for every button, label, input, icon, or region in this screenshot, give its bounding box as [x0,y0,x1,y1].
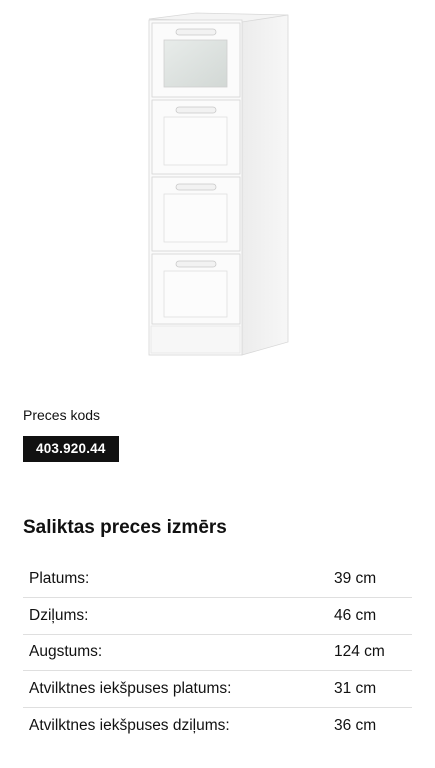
dimension-row-depth: Dziļums: 46 cm [23,598,412,634]
product-code-badge: 403.920.44 [23,436,119,462]
dimension-value: 36 cm [334,716,377,734]
dimensions-table: Platums: 39 cm Dziļums: 46 cm Augstums: … [23,561,412,744]
dimension-value: 46 cm [334,606,377,624]
dimension-row-height: Augstums: 124 cm [23,634,412,671]
dimension-name: Augstums: [29,643,103,661]
dimension-name: Platums: [29,570,90,587]
dimension-value: 31 cm [334,679,377,697]
dimension-row-drawer-inner-width: Atvilktnes iekšpuses platums: 31 cm [23,671,412,707]
dimension-row-width: Platums: 39 cm [23,561,412,598]
dimension-name: Atvilktnes iekšpuses dziļums: [29,716,230,734]
product-code-label: Preces kods [23,407,101,423]
dimension-row-drawer-inner-depth: Atvilktnes iekšpuses dziļums: 36 cm [23,707,412,744]
dimension-value: 39 cm [334,570,377,587]
dimensions-title: Saliktas preces izmērs [23,517,227,538]
dimension-name: Dziļums: [29,606,89,624]
dimension-name: Atvilktnes iekšpuses platums: [29,679,232,697]
dimension-value: 124 cm [334,643,385,661]
product-image [148,12,289,356]
